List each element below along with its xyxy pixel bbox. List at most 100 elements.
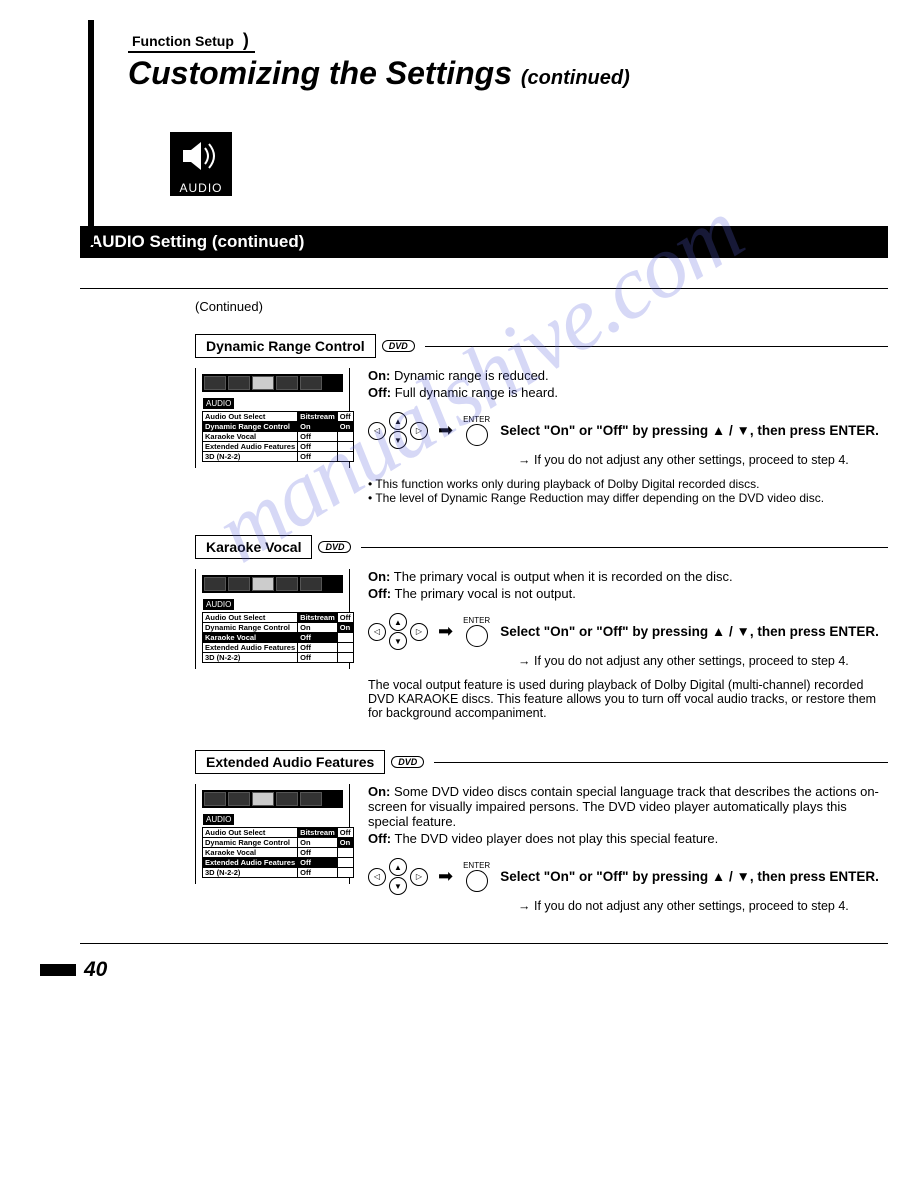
enter-label: ENTER	[463, 861, 490, 870]
menu-table: Audio Out SelectBitstreamOff Dynamic Ran…	[202, 612, 354, 663]
instruction-text: Select "On" or "Off" by pressing ▲ / ▼, …	[500, 869, 879, 884]
menu-table: Audio Out SelectBitstreamOff Dynamic Ran…	[202, 411, 354, 462]
on-description: On: Some DVD video discs contain special…	[368, 784, 888, 829]
setting-title: Karaoke Vocal	[195, 535, 312, 559]
bottom-divider	[80, 943, 888, 944]
description-column: On: The primary vocal is output when it …	[368, 569, 888, 720]
page-mark-icon	[40, 964, 76, 976]
enter-label: ENTER	[463, 415, 490, 424]
page-container: Function Setup ) Customizing the Setting…	[0, 0, 918, 982]
setting-karaoke-vocal: Karaoke Vocal DVD AUDIO Audio Out Select…	[195, 535, 888, 720]
setting-header: Dynamic Range Control DVD	[195, 334, 888, 358]
on-description: On: Dynamic range is reduced.	[368, 368, 888, 383]
up-button-icon: ▲	[389, 613, 407, 631]
bullet: The level of Dynamic Range Reduction may…	[368, 491, 888, 505]
enter-button-icon	[466, 870, 488, 892]
button-instruction-row: ◁ ▲ ▼ ▷ ➡ ENTER Select "On" or "Off" by …	[368, 412, 888, 449]
continued-label: (Continued)	[195, 299, 888, 314]
menu-tab	[300, 577, 322, 591]
dvd-badge: DVD	[318, 541, 351, 553]
menu-table: Audio Out SelectBitstreamOff Dynamic Ran…	[202, 827, 354, 878]
menu-tabs	[202, 575, 343, 593]
off-description: Off: The DVD video player does not play …	[368, 831, 888, 846]
left-button-icon: ◁	[368, 623, 386, 641]
proceed-note: → If you do not adjust any other setting…	[368, 899, 888, 913]
right-button-icon: ▷	[410, 868, 428, 886]
bullet-notes: This function works only during playback…	[368, 477, 888, 505]
instruction-text: Select "On" or "Off" by pressing ▲ / ▼, …	[500, 423, 879, 438]
menu-tab	[276, 577, 298, 591]
section-heading-bar: AUDIO Setting (continued)	[80, 226, 888, 258]
menu-tab	[204, 792, 226, 806]
title-continued: (continued)	[521, 67, 630, 89]
arrow-right-icon: ➡	[438, 866, 453, 887]
setting-header: Karaoke Vocal DVD	[195, 535, 888, 559]
menu-screenshot-ext: AUDIO Audio Out SelectBitstreamOff Dynam…	[195, 784, 350, 884]
audio-icon-block: AUDIO	[170, 132, 232, 196]
setting-title: Extended Audio Features	[195, 750, 385, 774]
left-margin-bar	[88, 20, 94, 245]
header-rule	[425, 346, 888, 347]
arrow-right-icon: ➡	[438, 420, 453, 441]
enter-label: ENTER	[463, 616, 490, 625]
menu-category: AUDIO	[202, 813, 235, 826]
description-column: On: Dynamic range is reduced. Off: Full …	[368, 368, 888, 505]
breadcrumb: Function Setup )	[128, 30, 255, 53]
title-main: Customizing the Settings	[128, 55, 512, 91]
menu-tab-active	[252, 376, 274, 390]
page-title: Customizing the Settings (continued)	[128, 55, 888, 92]
menu-tab	[228, 792, 250, 806]
dvd-badge: DVD	[391, 756, 424, 768]
menu-category: AUDIO	[202, 598, 235, 611]
button-instruction-row: ◁ ▲ ▼ ▷ ➡ ENTER Select "On" or "Off" by …	[368, 613, 888, 650]
setting-header: Extended Audio Features DVD	[195, 750, 888, 774]
left-button-icon: ◁	[368, 422, 386, 440]
enter-button-icon	[466, 625, 488, 647]
audio-icon-label: AUDIO	[170, 180, 232, 196]
header-rule	[361, 547, 888, 548]
menu-tab-active	[252, 577, 274, 591]
nav-buttons-icon: ◁ ▲ ▼ ▷	[368, 412, 428, 449]
divider	[80, 288, 888, 289]
nav-buttons-icon: ◁ ▲ ▼ ▷	[368, 613, 428, 650]
off-description: Off: The primary vocal is not output.	[368, 586, 888, 601]
left-button-icon: ◁	[368, 868, 386, 886]
menu-screenshot-karaoke: AUDIO Audio Out SelectBitstreamOff Dynam…	[195, 569, 350, 669]
down-button-icon: ▼	[389, 431, 407, 449]
description-column: On: Some DVD video discs contain special…	[368, 784, 888, 913]
menu-tabs	[202, 374, 343, 392]
enter-button-icon	[466, 424, 488, 446]
nav-buttons-icon: ◁ ▲ ▼ ▷	[368, 858, 428, 895]
header-rule	[434, 762, 888, 763]
setting-title: Dynamic Range Control	[195, 334, 376, 358]
menu-tab	[300, 792, 322, 806]
down-button-icon: ▼	[389, 877, 407, 895]
off-description: Off: Full dynamic range is heard.	[368, 385, 888, 400]
setting-dynamic-range: Dynamic Range Control DVD AUDIO Audio Ou…	[195, 334, 888, 505]
menu-tab	[276, 376, 298, 390]
instruction-text: Select "On" or "Off" by pressing ▲ / ▼, …	[500, 624, 879, 639]
down-button-icon: ▼	[389, 632, 407, 650]
menu-tab	[228, 376, 250, 390]
setting-extended-audio: Extended Audio Features DVD AUDIO Audio …	[195, 750, 888, 913]
right-button-icon: ▷	[410, 422, 428, 440]
bullet: This function works only during playback…	[368, 477, 888, 491]
button-instruction-row: ◁ ▲ ▼ ▷ ➡ ENTER Select "On" or "Off" by …	[368, 858, 888, 895]
enter-button-group: ENTER	[463, 415, 490, 446]
enter-button-group: ENTER	[463, 861, 490, 892]
breadcrumb-bracket-icon: )	[238, 30, 249, 50]
on-description: On: The primary vocal is output when it …	[368, 569, 888, 584]
menu-tab-active	[252, 792, 274, 806]
menu-category: AUDIO	[202, 397, 235, 410]
page-number: 40	[84, 958, 107, 982]
proceed-note: → If you do not adjust any other setting…	[368, 453, 888, 467]
menu-tab	[300, 376, 322, 390]
breadcrumb-label: Function Setup	[128, 33, 238, 49]
paragraph-note: The vocal output feature is used during …	[368, 678, 888, 720]
right-button-icon: ▷	[410, 623, 428, 641]
dvd-badge: DVD	[382, 340, 415, 352]
proceed-note: → If you do not adjust any other setting…	[368, 654, 888, 668]
page-footer: 40	[80, 958, 888, 982]
menu-tabs	[202, 790, 343, 808]
speaker-icon	[170, 132, 232, 180]
